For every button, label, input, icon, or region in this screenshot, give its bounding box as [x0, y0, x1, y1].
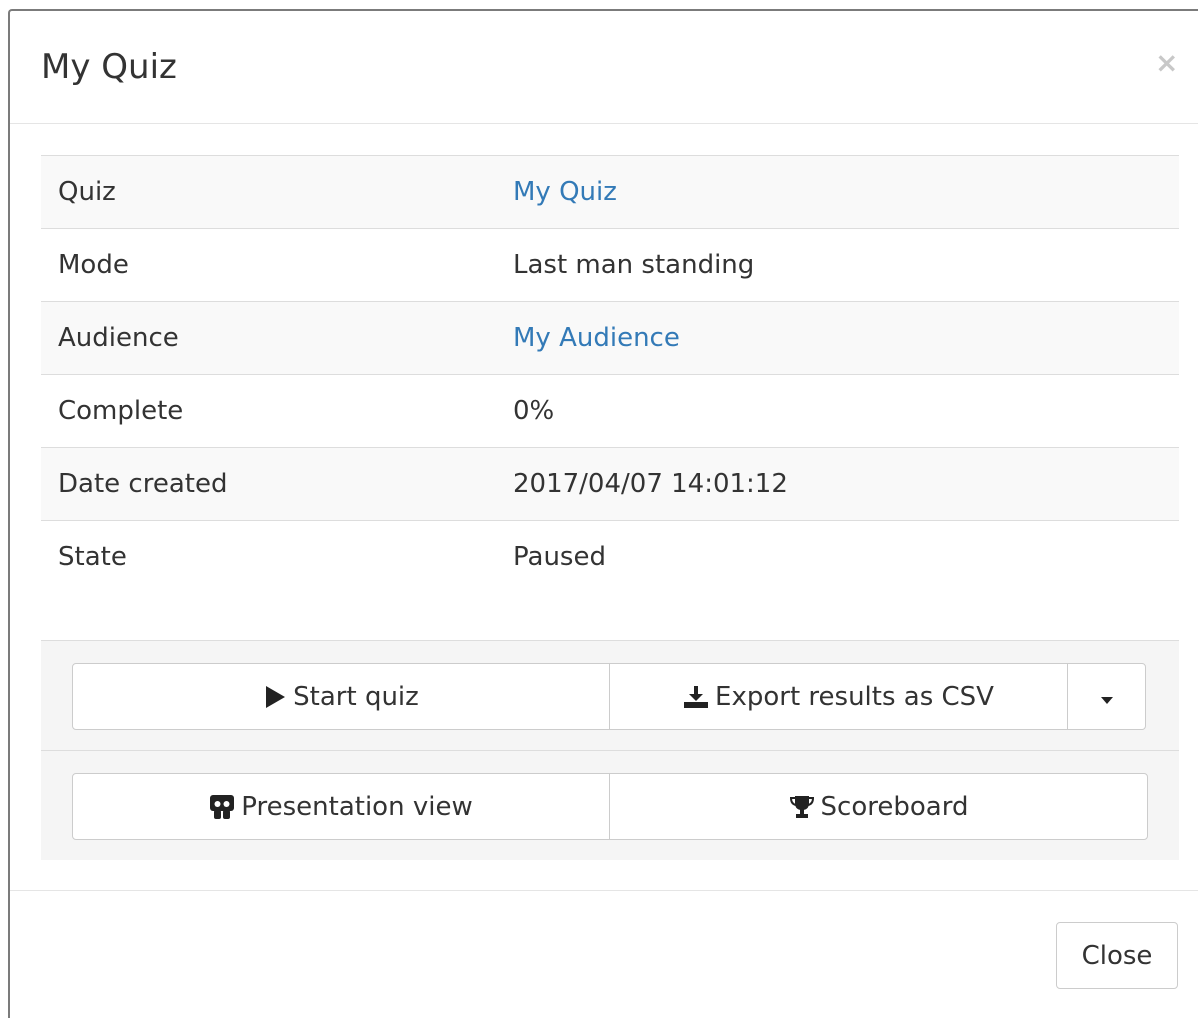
- play-icon: [263, 685, 287, 709]
- presentation-view-button[interactable]: Presentation view: [72, 773, 610, 840]
- quiz-actions-panel: Start quiz Export results as CSV Present…: [41, 640, 1179, 860]
- presentation-view-label: Presentation view: [241, 791, 473, 822]
- scoreboard-label: Scoreboard: [820, 791, 969, 822]
- detail-value: 0%: [496, 374, 1179, 448]
- quiz-link[interactable]: My Quiz: [513, 177, 617, 207]
- table-row: State Paused: [41, 520, 1179, 594]
- slideshare-icon: [209, 794, 235, 820]
- detail-label: Audience: [41, 301, 496, 375]
- scoreboard-button[interactable]: Scoreboard: [609, 773, 1148, 840]
- audience-link[interactable]: My Audience: [513, 323, 680, 353]
- table-row: Date created 2017/04/07 14:01:12: [41, 447, 1179, 521]
- start-quiz-button[interactable]: Start quiz: [72, 663, 610, 730]
- modal-header: My Quiz ×: [10, 11, 1198, 124]
- trophy-icon: [789, 794, 815, 820]
- actions-divider: [41, 750, 1179, 751]
- caret-down-icon: [1100, 682, 1114, 712]
- detail-label: Quiz: [41, 155, 496, 229]
- detail-value: 2017/04/07 14:01:12: [496, 447, 1179, 521]
- table-row: Quiz My Quiz: [41, 155, 1179, 229]
- start-quiz-label: Start quiz: [293, 681, 419, 712]
- detail-label: Date created: [41, 447, 496, 521]
- table-row: Complete 0%: [41, 374, 1179, 448]
- detail-value: Last man standing: [496, 228, 1179, 302]
- detail-value: My Audience: [496, 301, 1179, 375]
- close-icon[interactable]: ×: [1155, 49, 1178, 77]
- export-csv-button[interactable]: Export results as CSV: [609, 663, 1068, 730]
- modal-footer-divider: [10, 890, 1198, 891]
- detail-label: Mode: [41, 228, 496, 302]
- detail-value: Paused: [496, 520, 1179, 594]
- detail-value: My Quiz: [496, 155, 1179, 229]
- detail-label: Complete: [41, 374, 496, 448]
- quiz-details-table: Quiz My Quiz Mode Last man standing Audi…: [41, 155, 1179, 594]
- export-dropdown-toggle[interactable]: [1067, 663, 1146, 730]
- table-row: Mode Last man standing: [41, 228, 1179, 302]
- export-csv-label: Export results as CSV: [715, 681, 994, 712]
- modal-title: My Quiz: [41, 47, 177, 87]
- close-button[interactable]: Close: [1056, 922, 1178, 989]
- quiz-modal: My Quiz × Quiz My Quiz Mode Last man sta…: [8, 9, 1198, 1018]
- table-row: Audience My Audience: [41, 301, 1179, 375]
- detail-label: State: [41, 520, 496, 594]
- download-icon: [683, 685, 709, 709]
